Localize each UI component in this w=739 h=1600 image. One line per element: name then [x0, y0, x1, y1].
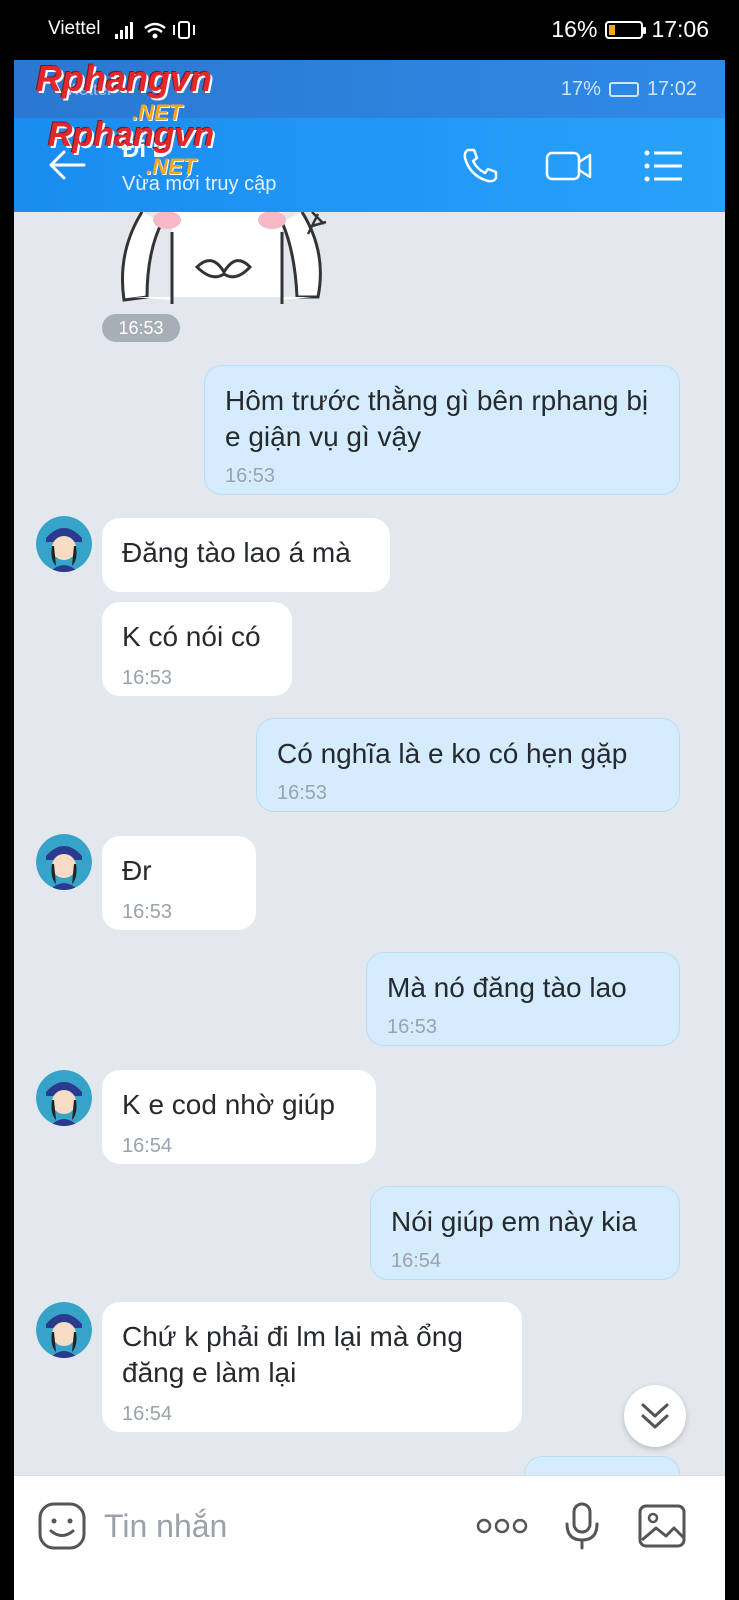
- video-call-icon[interactable]: [544, 144, 594, 188]
- message-bubble-received[interactable]: K e cod nhờ giúp 16:54: [102, 1070, 376, 1164]
- message-text: K có nói có: [122, 621, 261, 652]
- message-bubble-received[interactable]: Đăng tào lao á mà: [102, 518, 390, 592]
- battery-percent: 16%: [551, 16, 598, 42]
- more-options-icon[interactable]: [474, 1500, 530, 1552]
- inner-battery-icon: [608, 82, 639, 97]
- watermark-suffix-2: .NET: [146, 154, 197, 179]
- message-bubble-received[interactable]: K có nói có 16:53: [102, 602, 292, 696]
- message-input[interactable]: Tin nhắn: [104, 1508, 227, 1545]
- phone-status-bar: Viettel 16% 17:06: [0, 0, 739, 60]
- message-text: Đăng tào lao á mà: [122, 537, 351, 568]
- message-bubble-sent[interactable]: Mà nó đăng tào lao 16:53: [366, 952, 680, 1046]
- clock: 17:06: [651, 16, 709, 42]
- contact-avatar[interactable]: [36, 834, 92, 890]
- sticker-timestamp: 16:53: [102, 314, 180, 342]
- signal-wifi-icons: [115, 21, 195, 39]
- message-text: Hôm trước thằng gì bên rphang bị e giận …: [225, 385, 649, 452]
- message-composer: Tin nhắn: [14, 1475, 725, 1600]
- emoji-sticker-icon[interactable]: [36, 1500, 88, 1552]
- message-bubble-sent[interactable]: Có nghĩa là e ko có hẹn gặp 16:53: [256, 718, 680, 812]
- contact-avatar[interactable]: [36, 516, 92, 572]
- message-time: 16:53: [225, 465, 276, 487]
- message-text: Đr: [122, 855, 152, 886]
- message-text: Có nghĩa là e ko có hẹn gặp: [277, 738, 628, 769]
- message-time: 16:54: [391, 1250, 442, 1272]
- message-time: 16:53: [387, 1016, 438, 1038]
- message-time: 16:53: [122, 667, 173, 689]
- message-bubble-sent[interactable]: Hôm trước thằng gì bên rphang bị e giận …: [204, 365, 680, 495]
- message-time: 16:53: [277, 782, 328, 804]
- watermark-logo: Rphangvn: [36, 60, 212, 99]
- message-time: 16:54: [122, 1403, 173, 1425]
- message-text: K e cod nhờ giúp: [122, 1089, 335, 1120]
- menu-list-icon[interactable]: [642, 144, 686, 188]
- message-text: Mà nó đăng tào lao: [387, 972, 627, 1003]
- contact-avatar[interactable]: [36, 1070, 92, 1126]
- message-bubble-sent[interactable]: Nói giúp em này kia 16:54: [370, 1186, 680, 1280]
- message-text: Nói giúp em này kia: [391, 1206, 637, 1237]
- phone-call-icon[interactable]: [458, 144, 502, 188]
- carrier-name: Viettel: [48, 18, 101, 39]
- message-bubble-received[interactable]: Đr 16:53: [102, 836, 256, 930]
- double-chevron-down-icon: [641, 1403, 669, 1429]
- scroll-to-bottom-button[interactable]: [624, 1385, 686, 1447]
- message-bubble-received[interactable]: Chứ k phải đi lm lại mà ổng đăng e làm l…: [102, 1302, 522, 1432]
- watermark-logo-2: Rphangvn: [48, 116, 215, 154]
- message-text: Chứ k phải đi lm lại mà ổng đăng e làm l…: [122, 1321, 463, 1388]
- battery-icon: [605, 20, 647, 39]
- chat-screen: Viettel 17% 17:02 Đi Đ Vừa mới truy cập …: [14, 60, 725, 1600]
- inner-battery-percent: 17%: [560, 78, 601, 100]
- image-gallery-icon[interactable]: [636, 1500, 688, 1552]
- bunny-sticker: [120, 212, 327, 304]
- microphone-icon[interactable]: [556, 1500, 608, 1552]
- inner-clock: 17:02: [646, 78, 697, 100]
- message-time: 16:53: [122, 901, 173, 923]
- message-time: 16:54: [122, 1135, 173, 1157]
- contact-avatar[interactable]: [36, 1302, 92, 1358]
